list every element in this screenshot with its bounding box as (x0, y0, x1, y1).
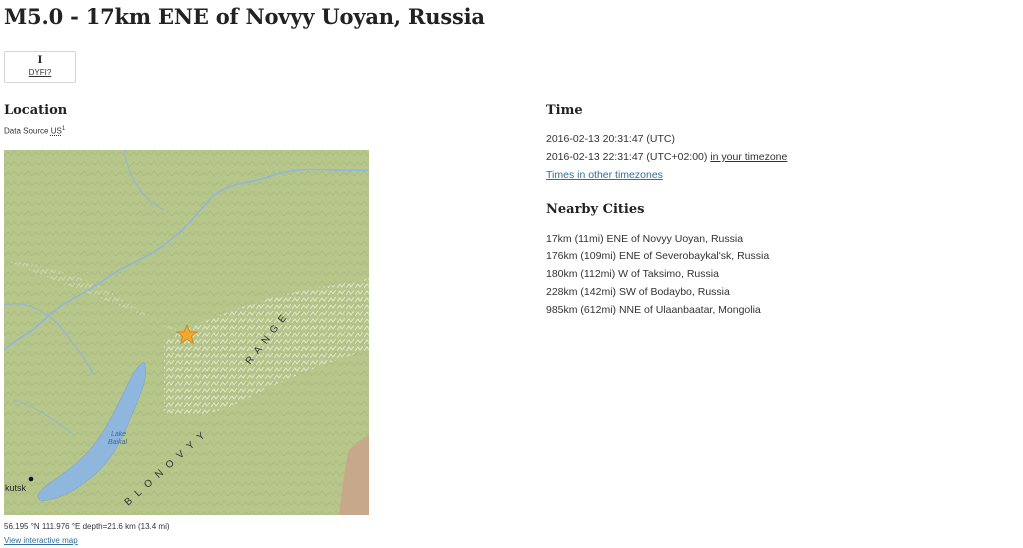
coordinates: 56.195 °N 111.976 °E depth=21.6 km (13.4… (4, 522, 170, 531)
other-timezones-link[interactable]: Times in other timezones (546, 169, 663, 182)
time-local: 2016-02-13 22:31:47 (UTC+02:00) in your … (546, 151, 787, 164)
dyfi-label[interactable]: DYFI? (5, 67, 75, 78)
location-heading: Location (4, 103, 68, 118)
nearby-city: 176km (109mi) ENE of Severobaykal'sk, Ru… (546, 250, 770, 262)
data-source-link[interactable]: US (51, 127, 62, 136)
page-title: M5.0 - 17km ENE of Novyy Uoyan, Russia (4, 4, 485, 29)
city-label: kutsk (5, 483, 27, 493)
dyfi-badge[interactable]: I DYFI? (4, 51, 76, 83)
location-map[interactable]: kutsk Lake Baikal RANGE BLONOVYY (4, 150, 369, 515)
data-source-sup: 1 (61, 126, 66, 132)
time-local-value: 2016-02-13 22:31:47 (UTC+02:00) (546, 151, 708, 163)
data-source: Data Source US1 (4, 126, 65, 136)
nearby-cities-heading: Nearby Cities (546, 202, 645, 217)
time-heading: Time (546, 103, 583, 118)
city-dot (28, 476, 34, 482)
view-interactive-map-link[interactable]: View interactive map (4, 536, 78, 545)
data-source-label: Data Source (4, 126, 49, 136)
nearby-city: 17km (11mi) ENE of Novyy Uoyan, Russia (546, 233, 744, 245)
nearby-city: 180km (112mi) W of Taksimo, Russia (546, 268, 719, 280)
lake-label-2: Baikal (108, 439, 128, 446)
map-svg: kutsk Lake Baikal RANGE BLONOVYY (4, 150, 369, 515)
lake-label: Lake (111, 431, 126, 438)
time-utc: 2016-02-13 20:31:47 (UTC) (546, 133, 675, 145)
local-timezone-link[interactable]: in your timezone (710, 151, 787, 163)
nearby-city: 228km (142mi) SW of Bodaybo, Russia (546, 286, 730, 298)
nearby-city: 985km (612mi) NNE of Ulaanbaatar, Mongol… (546, 304, 761, 316)
dyfi-intensity: I (37, 55, 43, 66)
